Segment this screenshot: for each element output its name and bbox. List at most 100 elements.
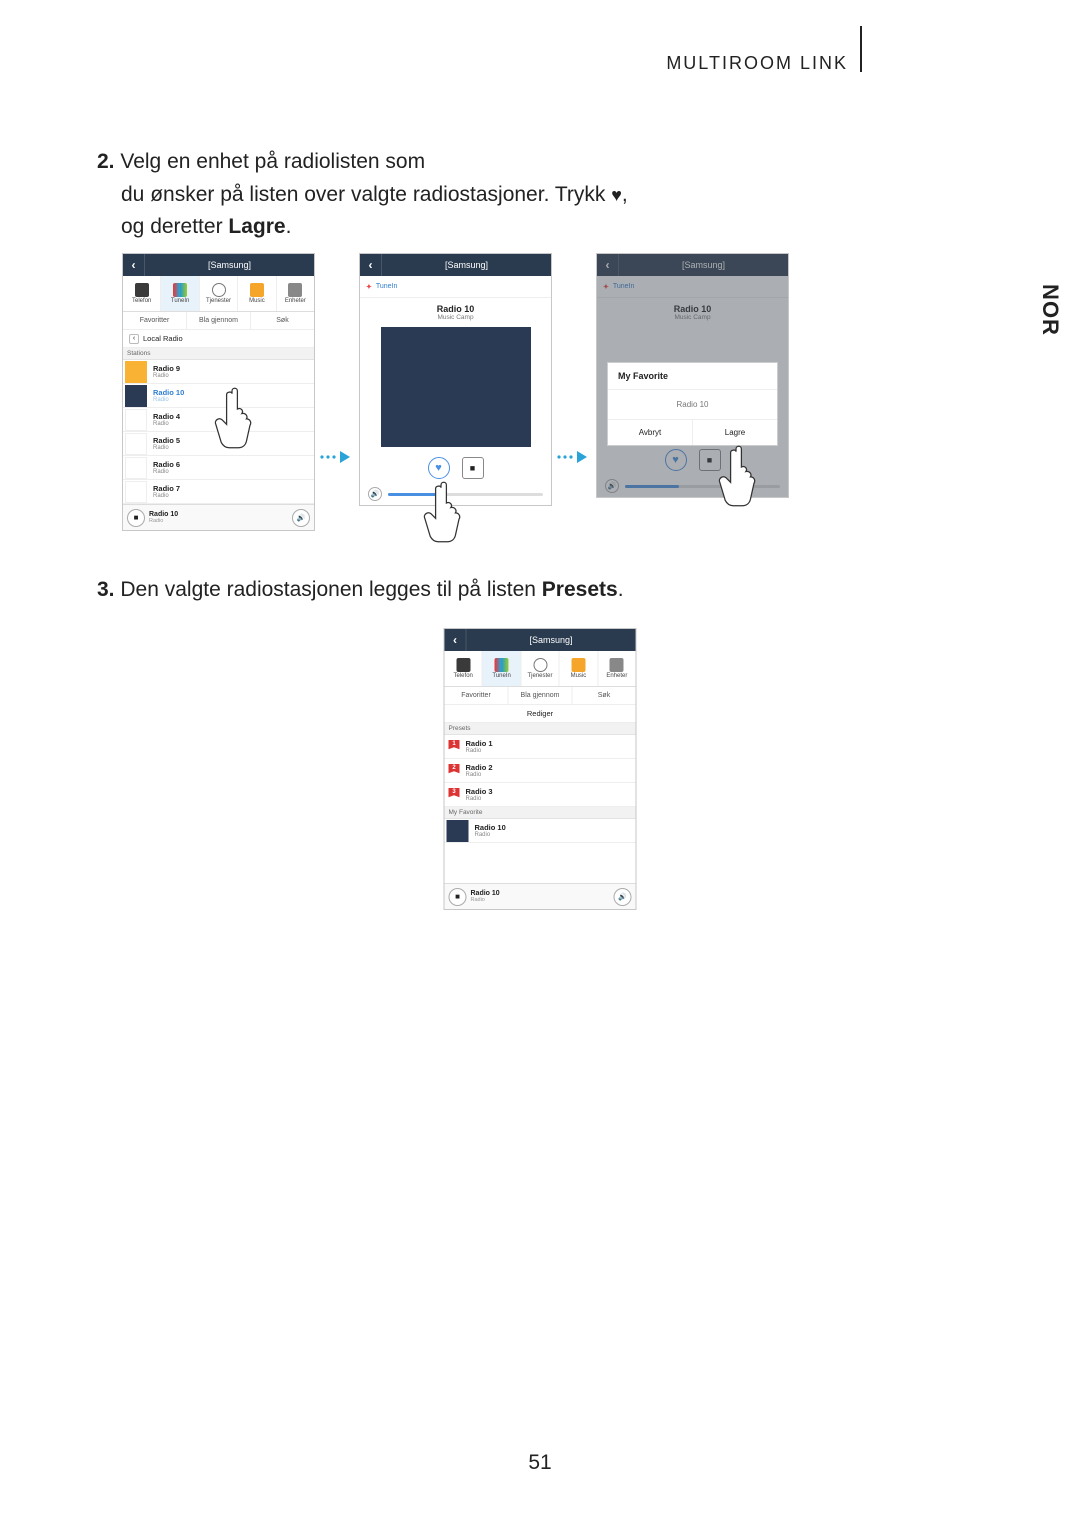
tab-telefon[interactable]: Telefon [445,651,483,686]
stop-button[interactable]: ■ [699,449,721,471]
list-item[interactable]: 1Radio 1Radio [445,735,636,759]
station-sub: Radio [475,832,506,838]
language-code: NOR [1037,284,1063,336]
station-title: Radio 2 [466,763,493,772]
speaker-icon[interactable]: 🔊 [368,487,382,501]
subtab-sok[interactable]: Søk [573,687,636,705]
service-indicator: ✦TuneIn [360,276,551,298]
step-3: 3. Den valgte radiostasjonen legges til … [97,574,877,607]
list-item[interactable]: 2Radio 2Radio [445,759,636,783]
subtab-bla[interactable]: Bla gjennom [187,312,251,330]
dialog-title: My Favorite [608,363,777,389]
back-button[interactable]: ‹ [123,254,145,276]
source-tabs: Telefon TuneIn Tjenester Music Enheter [445,651,636,687]
step-2-line1: Velg en enhet på radiolisten som [120,150,425,173]
tab-tunein-label: TuneIn [171,298,189,304]
subtab-favoritter[interactable]: Favoritter [123,312,187,330]
tab-telefon-label: Telefon [132,298,151,304]
station-sub: Radio [153,397,184,403]
station-sub: Radio [466,772,493,778]
tab-enheter[interactable]: Enheter [598,651,635,686]
stop-icon[interactable]: ■ [449,888,467,906]
back-button[interactable]: ‹ [597,254,619,276]
breadcrumb[interactable]: ‹Local Radio [123,330,314,348]
list-item[interactable]: Radio 9Radio [123,360,314,384]
back-button[interactable]: ‹ [360,254,382,276]
tab-tunein-label: TuneIn [492,673,510,679]
station-thumb [125,481,147,503]
flow-arrow [315,449,359,465]
tab-tjenester[interactable]: Tjenester [200,276,238,311]
step-3-screenshot: ‹ [Samsung] Telefon TuneIn Tjenester Mus… [444,628,637,910]
list-item[interactable]: Radio 10Radio [445,819,636,843]
service-label: TuneIn [376,283,398,290]
volume-icon[interactable]: 🔊 [292,509,310,527]
screenshot-2-now-playing: ‹ [Samsung] ✦TuneIn Radio 10 Music Camp … [359,253,552,506]
station-thumb [125,361,147,383]
album-art [381,327,531,447]
manual-page: MULTIROOM LINK NOR 2. Velg en enhet på r… [0,0,1080,1527]
tab-telefon[interactable]: Telefon [123,276,161,311]
stop-button[interactable]: ■ [462,457,484,479]
section-header: MULTIROOM LINK [666,53,848,74]
phone-icon [135,283,149,297]
subtab-sok[interactable]: Søk [251,312,314,330]
playback-controls: ♥ ■ [597,445,788,475]
tab-enheter[interactable]: Enheter [277,276,314,311]
subtab-bla[interactable]: Bla gjennom [509,687,573,705]
tab-tunein[interactable]: TuneIn [483,651,521,686]
service-indicator: ✦TuneIn [597,276,788,298]
station-title: Radio 5 [153,436,180,445]
list-item[interactable]: Radio 7Radio [123,480,314,504]
favorite-button[interactable]: ♥ [428,457,450,479]
tab-tjenester[interactable]: Tjenester [521,651,559,686]
np-title: Radio 10 [471,890,500,897]
save-button[interactable]: Lagre [693,420,777,445]
subtab-favoritter[interactable]: Favoritter [445,687,509,705]
tab-enheter-label: Enheter [606,673,627,679]
playback-controls: ♥ ■ [360,453,551,483]
list-item[interactable]: 3Radio 3Radio [445,783,636,807]
dialog-item[interactable]: Radio 10 [608,389,777,419]
now-playing-bar[interactable]: ■ Radio 10Radio 🔊 [123,504,314,530]
station-title: Radio 10 [475,823,506,832]
speaker-icon[interactable]: 🔊 [605,479,619,493]
source-tabs: Telefon TuneIn Tjenester Music Enheter [123,276,314,312]
edit-button[interactable]: Rediger [445,705,636,723]
breadcrumb-label: Local Radio [143,330,183,348]
list-item[interactable]: Radio 4Radio [123,408,314,432]
tab-music[interactable]: Music [560,651,598,686]
screenshot-1-radio-list: ‹ [Samsung] Telefon TuneIn Tjenester Mus… [122,253,315,531]
tab-tunein[interactable]: TuneIn [161,276,199,311]
globe-icon [212,283,226,297]
list-item[interactable]: Radio 5Radio [123,432,314,456]
volume-icon[interactable]: 🔊 [614,888,632,906]
np-sub: Radio [471,897,500,903]
list-item[interactable]: Radio 6Radio [123,456,314,480]
station-thumb [125,385,147,407]
np-sub: Radio [149,518,178,524]
app-title: [Samsung] [145,260,314,270]
back-button[interactable]: ‹ [445,629,467,651]
section-stations: Stations [123,348,314,360]
station-thumb [125,433,147,455]
station-sub: Radio [153,445,180,451]
app-header: ‹ [Samsung] [445,629,636,651]
cancel-button[interactable]: Avbryt [608,420,693,445]
volume-slider[interactable] [388,493,543,496]
tunein-icon [173,283,187,297]
tab-music[interactable]: Music [238,276,276,311]
stop-icon[interactable]: ■ [127,509,145,527]
now-playing-bar[interactable]: ■ Radio 10Radio 🔊 [445,883,636,909]
screenshot-3-save-dialog: ‹ [Samsung] ✦TuneIn Radio 10 Music Camp … [596,253,789,498]
step-2-line3b: . [286,215,292,238]
step-2-line3a: og deretter [121,215,228,238]
favorite-button[interactable]: ♥ [665,449,687,471]
station-title: Radio 10 [153,388,184,397]
phone-icon [456,658,470,672]
station-title: Radio 7 [153,484,180,493]
volume-slider[interactable] [625,485,780,488]
station-sub: Radio [153,493,180,499]
list-item[interactable]: Radio 10Radio [123,384,314,408]
tab-music-label: Music [249,298,265,304]
